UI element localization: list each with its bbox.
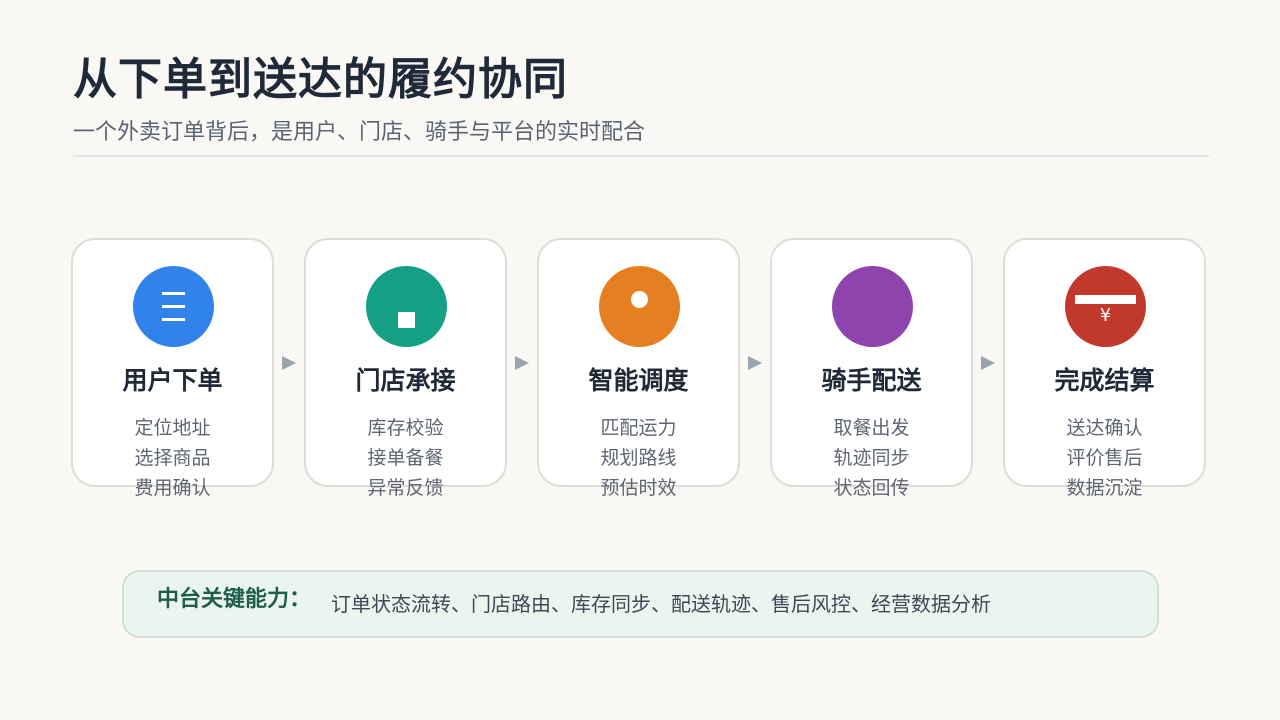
step-title: 智能调度 [588, 366, 689, 395]
step-item: 选择商品 [134, 447, 211, 469]
step-card-smart-dispatch: 智能调度 匹配运力 规划路线 预估时效 [537, 238, 740, 499]
step-items: 定位地址 选择商品 费用确认 [73, 413, 272, 503]
step-card-rider-delivery: 骑手配送 取餐出发 轨迹同步 状态回传 [770, 238, 973, 499]
step-title: 骑手配送 [821, 366, 922, 395]
step-items: 取餐出发 轨迹同步 状态回传 [772, 413, 971, 503]
step-items: 库存校验 接单备餐 异常反馈 [306, 413, 505, 503]
step-title: 门店承接 [355, 366, 456, 395]
step-item: 取餐出发 [833, 417, 910, 439]
store-square-icon [366, 266, 447, 347]
step-title: 完成结算 [1054, 366, 1155, 395]
yen-symbol: ¥ [1099, 305, 1112, 326]
callout-text: 订单状态流转、门店路由、库存同步、配送轨迹、售后风控、经营数据分析 [331, 592, 991, 616]
step-item: 规划路线 [600, 447, 677, 469]
step-item: 费用确认 [134, 477, 211, 499]
step-items: 匹配运力 规划路线 预估时效 [539, 413, 738, 503]
yen-payment-icon: ¥ [1065, 266, 1146, 347]
step-item: 预估时效 [600, 477, 677, 499]
capabilities-callout: 中台关键能力： 订单状态流转、门店路由、库存同步、配送轨迹、售后风控、经营数据分… [122, 570, 1159, 638]
step-item: 轨迹同步 [833, 447, 910, 469]
step-card-settlement: ¥ 完成结算 送达确认 评价售后 数据沉淀 [1003, 238, 1206, 499]
step-items: 送达确认 评价售后 数据沉淀 [1005, 413, 1204, 503]
step-title: 用户下单 [122, 366, 223, 395]
flow-arrow-icon [981, 356, 995, 370]
header-divider [73, 155, 1209, 157]
step-item: 状态回传 [833, 477, 910, 499]
flow-arrow-icon [282, 356, 296, 370]
step-item: 送达确认 [1066, 417, 1143, 439]
flow-arrow-icon [515, 356, 529, 370]
page-title: 从下单到送达的履约协同 [73, 54, 568, 105]
step-item: 数据沉淀 [1066, 477, 1143, 499]
step-item: 接单备餐 [367, 447, 444, 469]
step-item: 匹配运力 [600, 417, 677, 439]
page-subtitle: 一个外卖订单背后，是用户、门店、骑手与平台的实时配合 [73, 120, 646, 145]
callout-label: 中台关键能力： [157, 587, 312, 612]
step-item: 库存校验 [367, 417, 444, 439]
rider-icon [832, 266, 913, 347]
step-card-user-order: 用户下单 定位地址 选择商品 费用确认 [71, 238, 274, 499]
step-item: 异常反馈 [367, 477, 444, 499]
menu-lines-icon [133, 266, 214, 347]
step-item: 评价售后 [1066, 447, 1143, 469]
step-item: 定位地址 [134, 417, 211, 439]
step-card-store-accept: 门店承接 库存校验 接单备餐 异常反馈 [304, 238, 507, 499]
flow-arrow-icon [748, 356, 762, 370]
location-dot-icon [599, 266, 680, 347]
